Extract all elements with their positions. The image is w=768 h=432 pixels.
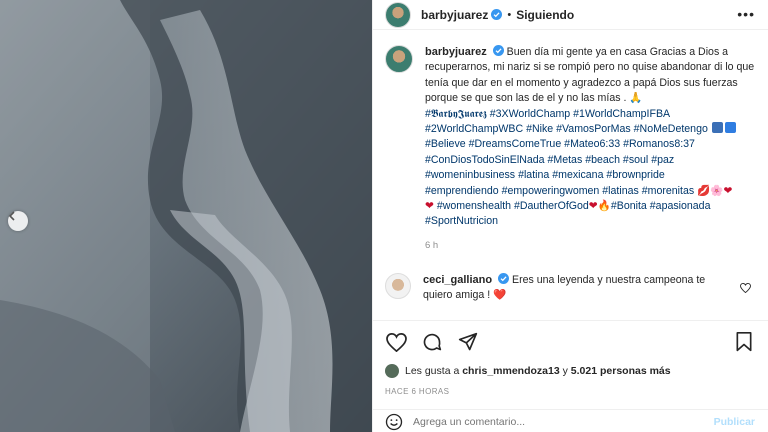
emoji-icon bbox=[724, 122, 736, 134]
emoji-icon bbox=[711, 122, 723, 134]
hashtag[interactable]: #latina bbox=[518, 169, 549, 181]
hashtag[interactable]: #beach bbox=[585, 154, 620, 166]
hashtag[interactable]: #DreamsComeTrue bbox=[469, 138, 562, 150]
heart-emoji-icon: ❤ bbox=[425, 200, 434, 213]
more-options-icon[interactable]: ••• bbox=[737, 6, 755, 22]
comment-username[interactable]: ceci_galliano bbox=[423, 274, 492, 286]
comment-input[interactable] bbox=[413, 415, 693, 428]
hashtag[interactable]: #soul bbox=[623, 154, 648, 166]
hashtag[interactable]: #3XWorldChamp bbox=[490, 108, 570, 120]
avatar[interactable] bbox=[385, 45, 413, 73]
hashtag[interactable]: #VamosPorMas bbox=[556, 123, 631, 135]
heart-emoji-icon: ❤ bbox=[588, 200, 598, 213]
hashtag[interactable]: #NoMeDetengo bbox=[634, 123, 708, 135]
post-image[interactable] bbox=[0, 0, 372, 432]
hashtag[interactable]: #1WorldChampIFBA bbox=[573, 108, 670, 120]
avatar[interactable] bbox=[385, 273, 411, 299]
hashtag[interactable]: #2WorldChampWBC bbox=[425, 123, 523, 135]
hashtag[interactable]: #emprendiendo bbox=[425, 185, 499, 197]
send-icon bbox=[458, 332, 478, 351]
header-username[interactable]: barbyjuarez bbox=[421, 8, 488, 22]
hashtag[interactable]: #Romanos8:37 bbox=[623, 138, 695, 150]
post-view: barbyjuarez • Siguiendo ••• barbyjuarez … bbox=[0, 0, 768, 432]
emoji-smiley-icon[interactable] bbox=[385, 413, 403, 431]
hashtag[interactable]: #Mateo6:33 bbox=[564, 138, 620, 150]
add-comment-bar: Publicar bbox=[373, 409, 768, 432]
post-sidebar: barbyjuarez • Siguiendo ••• barbyjuarez … bbox=[372, 0, 768, 432]
publish-button[interactable]: Publicar bbox=[714, 416, 755, 428]
verified-badge-icon bbox=[492, 45, 504, 56]
hashtag[interactable]: #mexicana bbox=[552, 169, 603, 181]
hashtag[interactable]: #apasionada bbox=[650, 200, 711, 212]
chevron-left-icon bbox=[8, 211, 15, 221]
comment-button[interactable] bbox=[421, 331, 443, 353]
verified-badge-icon bbox=[491, 9, 503, 20]
lips-emoji-icon: 💋 bbox=[697, 184, 711, 197]
comment-body: ceci_galliano Eres una leyenda y nuestra… bbox=[423, 273, 723, 304]
hashtag[interactable]: #paz bbox=[651, 154, 674, 166]
fire-emoji-icon: 🔥 bbox=[597, 200, 611, 213]
following-button[interactable]: Siguiendo bbox=[516, 8, 574, 22]
likes-prefix: Les gusta a bbox=[405, 365, 460, 377]
hashtag[interactable]: #Believe bbox=[425, 138, 466, 150]
save-button[interactable] bbox=[733, 331, 755, 353]
post-header: barbyjuarez • Siguiendo ••• bbox=[373, 0, 768, 30]
caption: barbyjuarez Buen día mi gente ya en casa… bbox=[385, 45, 757, 253]
likes-middle: y bbox=[562, 365, 568, 377]
likes-user[interactable]: chris_mmendoza13 bbox=[462, 365, 559, 377]
hashtag[interactable]: #womenshealth bbox=[437, 200, 511, 212]
like-button[interactable] bbox=[385, 331, 407, 353]
hashtag[interactable]: #Metas bbox=[548, 154, 583, 166]
hashtag[interactable]: #womeninbusiness bbox=[425, 169, 515, 181]
hashtag[interactable]: #Bonita bbox=[611, 200, 647, 212]
avatar[interactable] bbox=[385, 364, 399, 378]
post-timestamp[interactable]: HACE 6 HORAS bbox=[385, 387, 449, 396]
hashtag[interactable]: #𝕭𝖆𝖗𝖇𝖞𝕵𝖚𝖆𝖗𝖊𝖟 bbox=[425, 108, 487, 120]
hashtag[interactable]: #ConDiosTodoSinElNada bbox=[425, 154, 545, 166]
comment: ceci_galliano Eres una leyenda y nuestra… bbox=[385, 273, 757, 304]
likes-summary: Les gusta a chris_mmendoza13 y 5.021 per… bbox=[385, 364, 671, 378]
bookmark-icon bbox=[736, 332, 752, 352]
hashtag[interactable]: #latinas bbox=[602, 185, 639, 197]
previous-image-button[interactable] bbox=[8, 211, 28, 231]
hashtag[interactable]: #morenitas bbox=[642, 185, 694, 197]
heart-icon bbox=[385, 332, 407, 352]
action-icons bbox=[385, 331, 479, 353]
hashtag[interactable]: #DautherOfGod bbox=[514, 200, 589, 212]
caption-body: barbyjuarez Buen día mi gente ya en casa… bbox=[425, 45, 757, 253]
caption-username[interactable]: barbyjuarez bbox=[425, 46, 487, 58]
flower-emoji-icon: 🌸 bbox=[710, 184, 724, 197]
share-button[interactable] bbox=[457, 331, 479, 353]
likes-count[interactable]: 5.021 personas más bbox=[571, 365, 671, 377]
separator-dot: • bbox=[507, 8, 512, 21]
hashtag[interactable]: #Nike bbox=[526, 123, 553, 135]
caption-time[interactable]: 6 h bbox=[425, 238, 757, 253]
hashtag[interactable]: #SportNutricion bbox=[425, 215, 498, 227]
avatar[interactable] bbox=[385, 1, 411, 28]
comment-icon bbox=[423, 333, 442, 351]
verified-badge-icon bbox=[498, 273, 510, 284]
actions-section: Les gusta a chris_mmendoza13 y 5.021 per… bbox=[373, 320, 768, 432]
hashtag[interactable]: #brownpride bbox=[606, 169, 664, 181]
hashtag[interactable]: #empoweringwomen bbox=[502, 185, 600, 197]
xray-image bbox=[0, 0, 372, 432]
heart-outline-icon[interactable] bbox=[740, 283, 751, 293]
heart-emoji-icon: ❤ bbox=[723, 184, 733, 197]
